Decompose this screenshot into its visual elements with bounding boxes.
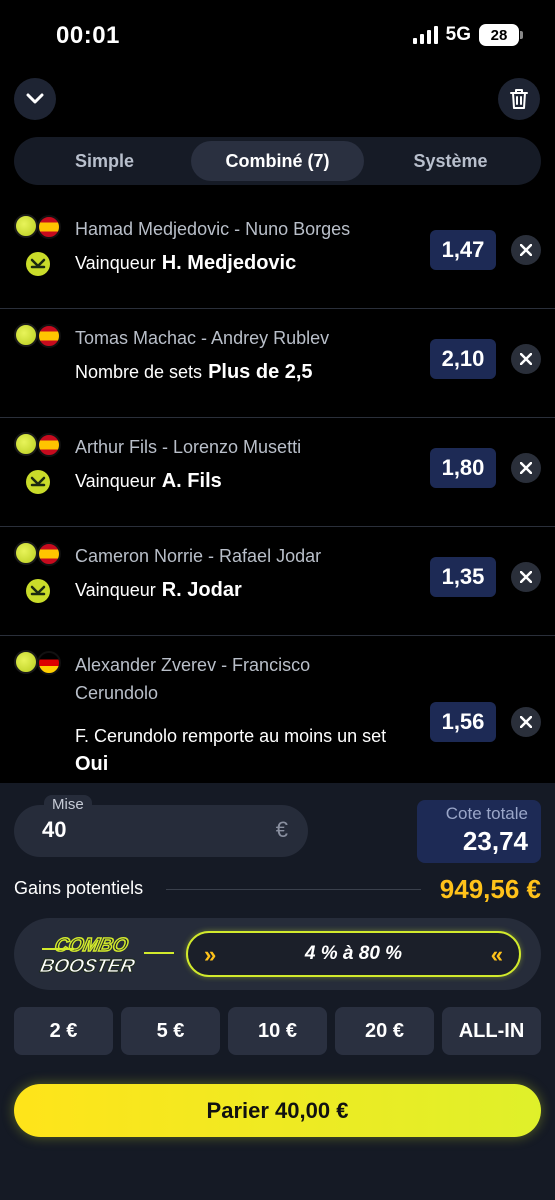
market-label: Vainqueur [75,471,156,491]
quick-stake-10[interactable]: 10 € [228,1007,327,1055]
tennis-ball-icon [14,650,38,674]
remove-bet-button[interactable] [511,561,541,592]
quick-stake-5[interactable]: 5 € [121,1007,220,1055]
close-icon [520,461,532,474]
flag-spain-icon [37,433,61,457]
gains-value: 949,56 € [439,874,541,904]
flag-spain-icon [37,324,61,348]
tennis-ball-icon [14,541,38,565]
bet-type-tabs: Simple Combiné (7) Système [14,137,541,185]
market-line: Vainqueur R. Jodar [75,579,242,602]
odds-badge[interactable]: 1,35 [430,556,496,597]
svg-text:COMBO: COMBO [53,935,130,956]
market-line: Nombre de sets Plus de 2,5 [75,361,313,384]
collapse-button[interactable] [14,78,56,120]
total-odds: Cote totale 23,74 [417,800,541,863]
close-icon [520,570,532,583]
selection-label: Oui [75,753,109,775]
match-name: Alexander Zverev - Francisco Cerundolo [75,655,311,703]
odds-badge[interactable]: 1,80 [430,447,496,488]
quick-stake-2[interactable]: 2 € [14,1007,113,1055]
stake-input[interactable]: Mise 40 € [14,795,308,857]
flag-germany-icon [37,651,61,675]
booster-range-bar: » 4 % à 80 % « [186,931,521,977]
bet-list: Hamad Medjedovic - Nuno Borges Vainqueur… [0,200,555,792]
odds-badge[interactable]: 1,47 [430,229,496,270]
remove-bet-button[interactable] [511,707,541,737]
chevron-left-icon: « [490,942,503,967]
chevron-down-icon [26,93,44,104]
place-bet-button[interactable]: Parier 40,00 € [14,1084,541,1137]
market-label: F. Cerundolo remporte au moins un set [75,726,387,746]
trash-icon [510,89,528,109]
booster-range-text: 4 % à 80 % [304,943,403,964]
boost-badge-icon [26,252,50,276]
match-name: Arthur Fils - Lorenzo Musetti [75,437,302,457]
quick-stakes: 2 € 5 € 10 € 20 € ALL-IN [14,1007,541,1055]
total-odds-value: 23,74 [462,826,528,856]
close-icon [520,243,532,256]
stake-value[interactable]: 40 [42,817,66,843]
status-indicators: 5G 28 [412,24,523,46]
status-time: 00:01 [56,22,120,49]
selection-label: R. Jodar [161,579,242,601]
bet-item[interactable]: Tomas Machac - Andrey Rublev Nombre de s… [0,309,555,418]
signal-icon [412,26,438,44]
tab-simple[interactable]: Simple [18,141,191,181]
match-name: Cameron Norrie - Rafael Jodar [75,546,322,566]
bet-slip-footer: Mise 40 € Cote totale 23,74 Gains potent… [0,783,555,1200]
tab-combine[interactable]: Combiné (7) [191,141,364,181]
market-label: Vainqueur [75,580,156,600]
delete-all-button[interactable] [498,78,540,120]
selection-label: H. Medjedovic [161,252,297,274]
market-label: Nombre de sets [75,362,203,382]
tennis-ball-icon [14,214,38,238]
market-line: Vainqueur A. Fils [75,470,222,493]
boost-badge-icon [26,470,50,494]
flag-spain-icon [37,215,61,239]
svg-text:BOOSTER: BOOSTER [38,956,136,977]
quick-stake-all-in[interactable]: ALL-IN [442,1007,541,1055]
tennis-ball-icon [14,432,38,456]
bet-item[interactable]: Hamad Medjedovic - Nuno Borges Vainqueur… [0,200,555,309]
quick-stake-20[interactable]: 20 € [335,1007,434,1055]
boost-badge-icon [26,579,50,603]
combo-booster[interactable]: COMBO BOOSTER » 4 % à 80 % « [14,918,541,990]
tennis-ball-icon [14,323,38,347]
tab-systeme[interactable]: Système [364,141,537,181]
match-name: Hamad Medjedovic - Nuno Borges [75,219,351,239]
potential-gains: Gains potentiels 949,56 € [14,874,541,904]
flag-spain-icon [37,542,61,566]
selection-label: Plus de 2,5 [208,361,313,383]
market-line: Vainqueur H. Medjedovic [75,252,296,275]
odds-badge[interactable]: 1,56 [430,702,496,742]
close-icon [520,352,532,365]
market-line: F. Cerundolo remporte au moins un set Oui [75,722,420,778]
market-label: Vainqueur [75,253,156,273]
stake-label: Mise [44,795,92,815]
remove-bet-button[interactable] [511,452,541,483]
match-name: Tomas Machac - Andrey Rublev [75,328,330,348]
close-icon [520,716,532,728]
remove-bet-button[interactable] [511,343,541,374]
bet-item[interactable]: Cameron Norrie - Rafael Jodar Vainqueur R… [0,527,555,636]
stake-currency: € [275,817,288,842]
total-odds-label: Cote totale [445,804,528,823]
status-bar: 00:01 5G 28 [0,0,555,72]
bet-item[interactable]: Alexander Zverev - Francisco Cerundolo F… [0,636,555,792]
divider [166,889,421,890]
gains-label: Gains potentiels [14,878,144,898]
combo-booster-logo: COMBO BOOSTER [38,934,174,977]
network-type: 5G [445,24,471,45]
selection-label: A. Fils [161,470,222,492]
remove-bet-button[interactable] [511,234,541,265]
bet-item[interactable]: Arthur Fils - Lorenzo Musetti Vainqueur A… [0,418,555,527]
odds-badge[interactable]: 2,10 [430,338,496,379]
battery-icon: 28 [479,24,523,46]
